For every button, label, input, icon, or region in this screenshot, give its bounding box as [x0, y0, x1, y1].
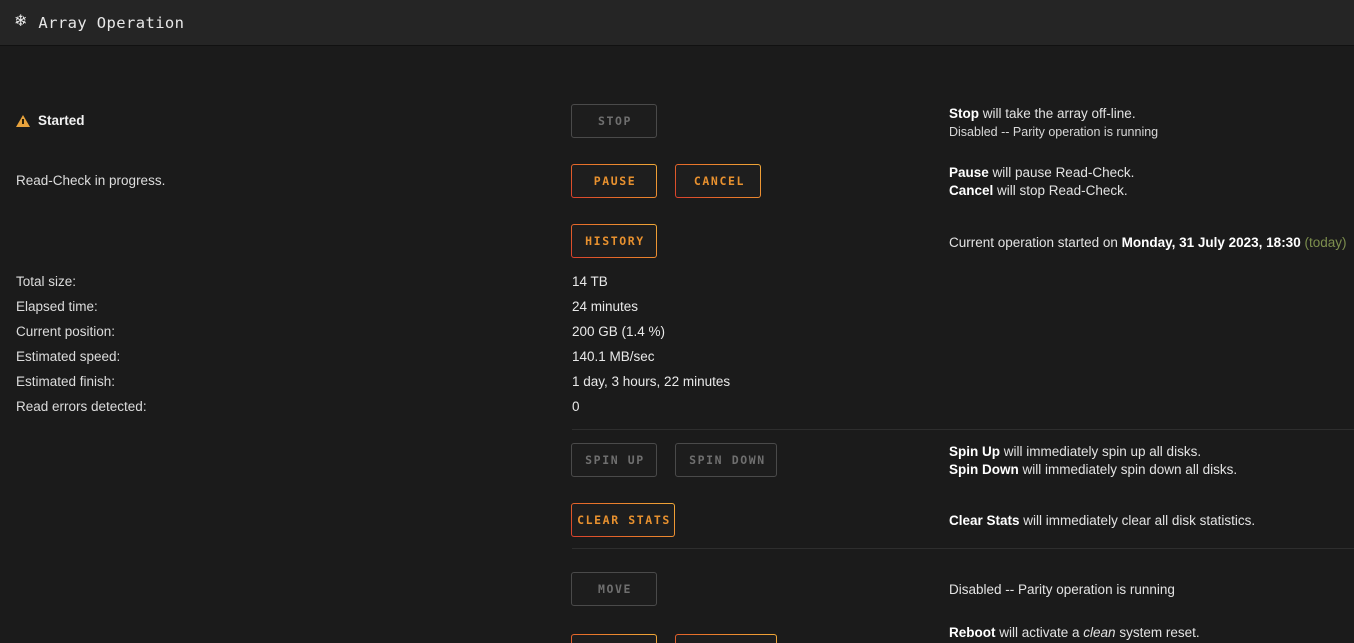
array-operation-panel: Started STOP Stop will take the array of… — [0, 46, 1354, 643]
stop-button[interactable]: STOP — [571, 104, 657, 138]
pause-rest: will pause Read-Check. — [988, 165, 1135, 180]
cancel-description: Cancel will stop Read-Check. — [949, 182, 1354, 200]
array-status: Started — [16, 113, 85, 128]
spin-up-button[interactable]: SPIN UP — [571, 443, 657, 477]
stat-value: 140.1 MB/sec — [572, 349, 655, 364]
cancel-bold: Cancel — [949, 183, 994, 198]
table-row: Elapsed time: 24 minutes — [0, 299, 1354, 324]
spin-up-bold: Spin Up — [949, 444, 1000, 459]
pause-description: Pause will pause Read-Check. — [949, 164, 1354, 182]
snowflake-icon: ❄ — [14, 12, 28, 30]
move-button[interactable]: MOVE — [571, 572, 657, 606]
cancel-button[interactable]: CANCEL — [675, 164, 761, 198]
history-description: Current operation started on Monday, 31 … — [949, 234, 1354, 252]
history-button-group: HISTORY — [571, 224, 657, 258]
table-row: Estimated finish: 1 day, 3 hours, 22 min… — [0, 374, 1354, 399]
reboot-italic: clean — [1083, 625, 1116, 640]
pause-cancel-button-group: PAUSE CANCEL — [571, 164, 761, 198]
history-button[interactable]: HISTORY — [571, 224, 657, 258]
array-status-label: Started — [38, 113, 85, 128]
table-row: Current position: 200 GB (1.4 %) — [0, 324, 1354, 349]
spin-down-description: Spin Down will immediately spin down all… — [949, 461, 1354, 479]
reboot-rest-a: will activate a — [995, 625, 1084, 640]
stat-key: Elapsed time: — [16, 299, 98, 314]
stop-description-main: Stop will take the array off-line. — [949, 105, 1354, 123]
stop-description: Stop will take the array off-line. Disab… — [949, 105, 1354, 141]
pause-cancel-description: Pause will pause Read-Check. Cancel will… — [949, 164, 1354, 200]
shutdown-button[interactable]: SHUTDOWN — [675, 634, 777, 643]
spin-down-bold: Spin Down — [949, 462, 1019, 477]
stat-value: 24 minutes — [572, 299, 639, 314]
history-prefix: Current operation started on — [949, 235, 1122, 250]
spin-up-description: Spin Up will immediately spin up all dis… — [949, 443, 1354, 461]
stat-key: Current position: — [16, 324, 116, 339]
stat-value: 0 — [572, 399, 580, 414]
progress-label: Read-Check in progress. — [16, 173, 166, 188]
spin-description: Spin Up will immediately spin up all dis… — [949, 443, 1354, 479]
spin-button-group: SPIN UP SPIN DOWN — [571, 443, 778, 477]
stat-key: Total size: — [16, 274, 77, 289]
spin-down-button[interactable]: SPIN DOWN — [675, 443, 778, 477]
reboot-shutdown-description: Reboot will activate a clean system rese… — [949, 624, 1354, 643]
stat-key: Read errors detected: — [16, 399, 147, 414]
move-description: Disabled -- Parity operation is running — [949, 582, 1175, 597]
reboot-shutdown-button-group: REBOOT SHUTDOWN — [571, 634, 777, 643]
clear-stats-rest: will immediately clear all disk statisti… — [1019, 513, 1256, 528]
reboot-bold: Reboot — [949, 625, 996, 640]
stat-value: 1 day, 3 hours, 22 minutes — [572, 374, 731, 389]
clear-stats-bold: Clear Stats — [949, 513, 1020, 528]
warning-triangle-icon — [16, 114, 30, 127]
pause-bold: Pause — [949, 165, 989, 180]
table-row: Read errors detected: 0 — [0, 399, 1354, 424]
table-row: Total size: 14 TB — [0, 274, 1354, 299]
operation-stats-table: Total size: 14 TB Elapsed time: 24 minut… — [0, 274, 1354, 424]
cancel-rest: will stop Read-Check. — [993, 183, 1128, 198]
window-titlebar: ❄ Array Operation — [0, 0, 1354, 46]
stat-key: Estimated speed: — [16, 349, 121, 364]
clear-stats-button[interactable]: CLEAR STATS — [571, 503, 675, 537]
move-button-group: MOVE — [571, 572, 657, 606]
history-today-tag: (today) — [1300, 235, 1347, 250]
stop-rest: will take the array off-line. — [979, 106, 1136, 121]
page-title: Array Operation — [38, 13, 185, 32]
table-row: Estimated speed: 140.1 MB/sec — [0, 349, 1354, 374]
stat-value: 14 TB — [572, 274, 608, 289]
spin-up-rest: will immediately spin up all disks. — [1000, 444, 1202, 459]
stop-button-group: STOP — [571, 104, 657, 138]
section-divider — [572, 429, 1354, 430]
reboot-rest-b: system reset. — [1115, 625, 1200, 640]
stat-value: 200 GB (1.4 %) — [572, 324, 666, 339]
pause-button[interactable]: PAUSE — [571, 164, 657, 198]
stat-key: Estimated finish: — [16, 374, 116, 389]
reboot-button[interactable]: REBOOT — [571, 634, 657, 643]
clear-stats-button-group: CLEAR STATS — [571, 503, 675, 537]
spin-down-rest: will immediately spin down all disks. — [1018, 462, 1238, 477]
clear-stats-description: Clear Stats will immediately clear all d… — [949, 512, 1354, 530]
reboot-description: Reboot will activate a clean system rese… — [949, 624, 1354, 642]
stop-bold: Stop — [949, 106, 979, 121]
history-date: Monday, 31 July 2023, 18:30 — [1121, 235, 1301, 250]
stop-disabled-note: Disabled -- Parity operation is running — [949, 125, 1159, 139]
section-divider — [572, 548, 1354, 549]
